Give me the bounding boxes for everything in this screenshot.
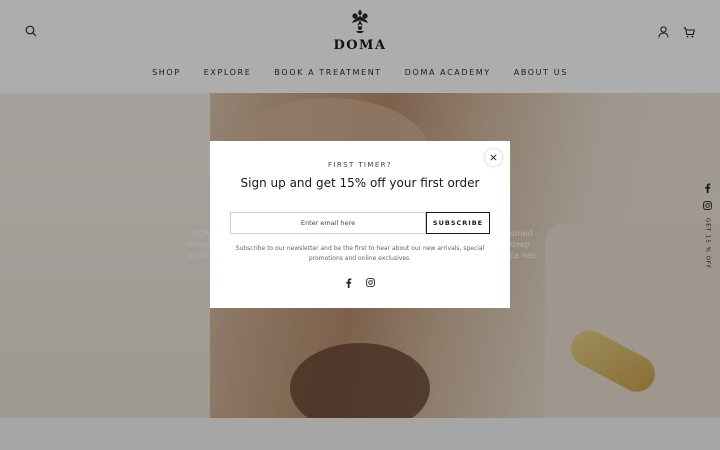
popup-description: Subscribe to our newsletter and be the f… (235, 245, 485, 262)
popup-social-links (210, 278, 510, 288)
subscribe-button[interactable]: SUBSCRIBE (426, 212, 490, 234)
instagram-icon[interactable] (366, 278, 375, 287)
newsletter-popup: FIRST TIMER? Sign up and get 15% off you… (210, 141, 510, 308)
popup-headline: Sign up and get 15% off your first order (240, 176, 480, 190)
close-icon (490, 154, 497, 161)
popup-eyebrow: FIRST TIMER? (327, 161, 393, 169)
email-field[interactable] (230, 212, 426, 234)
facebook-icon[interactable] (345, 278, 352, 288)
